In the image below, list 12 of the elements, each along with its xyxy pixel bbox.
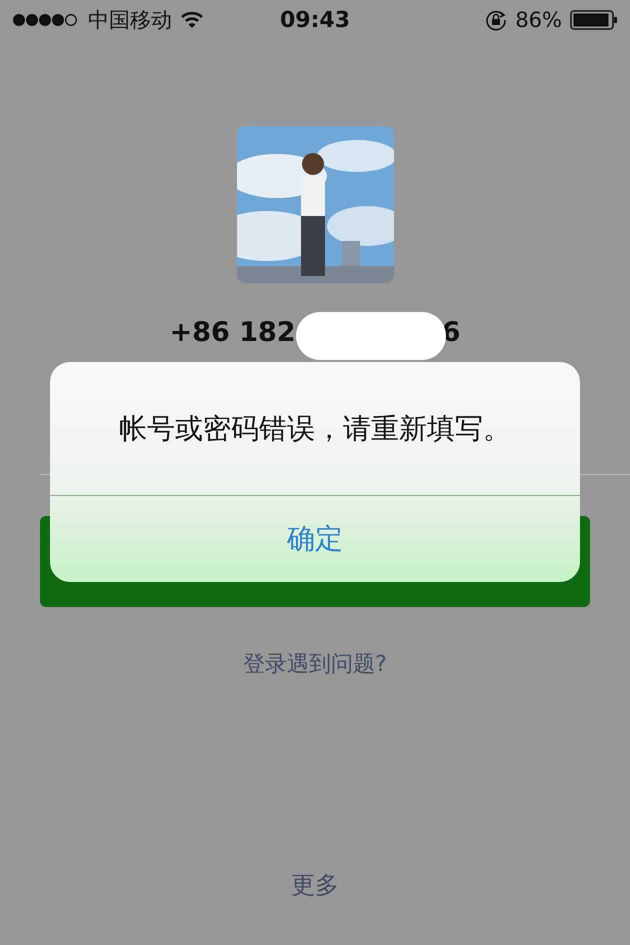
battery-icon (570, 10, 618, 30)
more-link[interactable]: 更多 (291, 871, 339, 899)
confirm-button[interactable]: 确定 (50, 496, 580, 582)
status-time: 09:43 (280, 8, 350, 32)
login-help-link[interactable]: 登录遇到问题? (243, 651, 387, 679)
carrier-name: 中国移动 (88, 7, 172, 34)
battery-percent: 86% (515, 8, 562, 32)
signal-icon (12, 13, 80, 27)
phone-number: +86 182 (170, 316, 296, 348)
rotation-lock-icon (485, 9, 508, 31)
wifi-icon (180, 11, 204, 29)
alert-message: 帐号或密码错误，请重新填写。 (50, 362, 580, 496)
